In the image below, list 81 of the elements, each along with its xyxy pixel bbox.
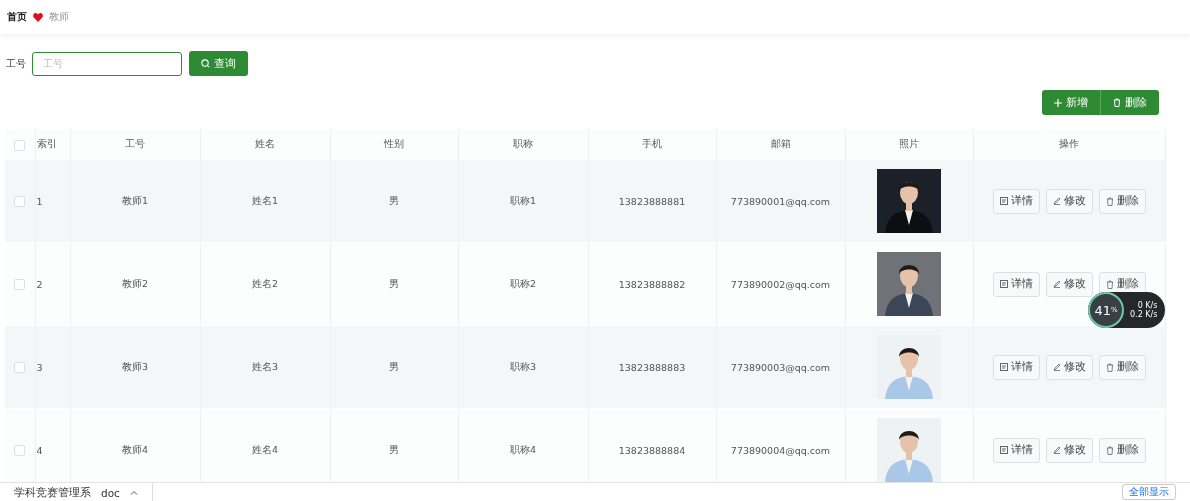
table-cell: 773890001@qq.com — [716, 160, 845, 243]
document-icon — [999, 363, 1008, 371]
row-checkbox[interactable] — [14, 196, 26, 207]
breadcrumb-link[interactable]: 首页 — [7, 10, 27, 24]
table-cell: 职称1 — [458, 160, 588, 243]
column-header: 性别 — [330, 129, 458, 160]
download-speed: 0.2 K/s — [1130, 310, 1158, 319]
table-cell: 13823888883 — [588, 325, 716, 409]
table-cell: 姓名3 — [200, 325, 330, 409]
search-icon — [201, 59, 210, 68]
heart-icon — [33, 12, 43, 22]
table-cell: 13823888884 — [588, 408, 716, 482]
select-all-checkbox[interactable] — [14, 139, 26, 151]
table-cell: 教师3 — [70, 325, 200, 409]
download-item[interactable]: 学科竞赛管理系 doc — [0, 483, 153, 501]
table-cell: 职称2 — [458, 242, 588, 326]
document-icon — [999, 197, 1008, 205]
search-label: 工号 — [6, 56, 26, 71]
column-header: 邮箱 — [716, 129, 845, 160]
table-cell: 教师4 — [70, 408, 200, 482]
caret-icon — [129, 490, 138, 495]
delete-button[interactable]: 删除 — [1098, 354, 1146, 380]
row-checkbox[interactable] — [14, 445, 26, 456]
plus-icon — [1054, 98, 1062, 107]
table-cell: 4 — [35, 408, 70, 482]
table-cell: 姓名1 — [200, 160, 330, 243]
detail-button[interactable]: 详情 — [992, 271, 1040, 297]
delete-button[interactable]: 删除 — [1100, 90, 1159, 115]
trash-icon — [1105, 445, 1114, 455]
table-cell: 773890004@qq.com — [716, 408, 845, 482]
table-cell: 姓名4 — [200, 408, 330, 482]
column-header: 手机 — [588, 129, 716, 160]
search-field[interactable]: 工号 — [32, 51, 182, 76]
table-cell: 男 — [330, 325, 458, 409]
table-cell: 2 — [35, 242, 70, 326]
table-cell: 姓名2 — [200, 242, 330, 326]
show-all-link[interactable]: 全部显示 — [1122, 484, 1176, 500]
table-cell: 男 — [330, 242, 458, 326]
upload-speed: 0 K/s — [1136, 301, 1158, 310]
trash-icon — [1105, 362, 1114, 372]
pencil-icon — [1052, 363, 1061, 371]
table-cell: 职称3 — [458, 325, 588, 409]
detail-button[interactable]: 详情 — [992, 354, 1040, 380]
document-icon — [999, 280, 1008, 288]
row-checkbox[interactable] — [14, 279, 26, 290]
trash-icon — [1105, 196, 1114, 206]
query-button[interactable]: 查询 — [189, 51, 248, 76]
edit-button[interactable]: 修改 — [1045, 354, 1093, 380]
delete-button[interactable]: 删除 — [1098, 188, 1146, 214]
breadcrumb-current: 教师 — [49, 10, 69, 24]
table-cell: 13823888882 — [588, 242, 716, 326]
column-header: 照片 — [845, 129, 973, 160]
edit-button[interactable]: 修改 — [1045, 188, 1093, 214]
table-cell: 男 — [330, 160, 458, 243]
table-cell: 职称4 — [458, 408, 588, 482]
delete-button[interactable]: 删除 — [1098, 437, 1146, 463]
column-header: 职称 — [458, 129, 588, 160]
table-cell: 男 — [330, 408, 458, 482]
add-button[interactable]: 新增 — [1042, 90, 1100, 115]
table-cell: 773890002@qq.com — [716, 242, 845, 326]
detail-button[interactable]: 详情 — [992, 188, 1040, 214]
column-header: 索引 — [35, 129, 70, 160]
pencil-icon — [1052, 280, 1061, 288]
table-cell: 773890003@qq.com — [716, 325, 845, 409]
detail-button[interactable]: 详情 — [992, 437, 1040, 463]
column-header: 工号 — [70, 129, 200, 160]
table-cell: 1 — [35, 160, 70, 243]
table-cell: 13823888881 — [588, 160, 716, 243]
pencil-icon — [1052, 197, 1061, 205]
table-cell: 教师2 — [70, 242, 200, 326]
column-header: 姓名 — [200, 129, 330, 160]
column-header: 操作 — [973, 129, 1165, 160]
row-checkbox[interactable] — [14, 362, 26, 373]
pencil-icon — [1052, 446, 1061, 454]
trash-icon — [1113, 98, 1121, 107]
table-cell: 3 — [35, 325, 70, 409]
edit-button[interactable]: 修改 — [1045, 271, 1093, 297]
edit-button[interactable]: 修改 — [1045, 437, 1093, 463]
trash-icon — [1105, 279, 1114, 289]
document-icon — [999, 446, 1008, 454]
table-cell: 教师1 — [70, 160, 200, 243]
